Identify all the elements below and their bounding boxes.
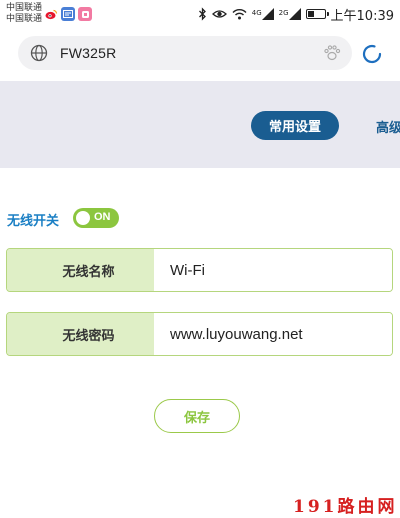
tab-common-settings[interactable]: 常用设置 — [251, 111, 339, 140]
status-indicators: 4G 2G 上午10:39 — [198, 6, 394, 24]
news-app-icon — [61, 7, 75, 21]
refresh-icon[interactable] — [359, 41, 385, 71]
browser-toolbar: FW325R — [0, 36, 400, 72]
password-input[interactable] — [154, 313, 392, 355]
battery-icon — [305, 9, 329, 19]
ssid-row: 无线名称 — [6, 248, 393, 292]
signal-4g-icon: 4G — [252, 8, 274, 20]
tab-advanced[interactable]: 高级 — [376, 117, 400, 136]
notification-icons — [44, 7, 92, 21]
toggle-knob — [76, 211, 90, 225]
save-button[interactable]: 保存 — [154, 399, 240, 433]
url-text[interactable]: FW325R — [60, 45, 116, 61]
password-row: 无线密码 — [6, 312, 393, 356]
carrier-info: 中国联通 中国联通 — [6, 3, 42, 25]
wifi-icon — [232, 8, 247, 20]
address-bar[interactable]: FW325R — [18, 36, 352, 70]
wireless-toggle[interactable]: ON — [73, 208, 119, 228]
tab-band: 常用设置 高级 — [0, 81, 400, 168]
network-type-1: 4G — [251, 9, 262, 17]
status-time: 上午10:39 — [330, 8, 394, 24]
paw-icon[interactable] — [322, 43, 342, 67]
weibo-icon — [44, 7, 58, 21]
battery-level — [307, 11, 314, 17]
pink-app-icon — [78, 7, 92, 21]
signal-2g-icon: 2G — [279, 8, 301, 20]
watermark: 191路由网 — [293, 497, 398, 517]
bluetooth-icon — [198, 7, 207, 21]
password-label: 无线密码 — [7, 313, 154, 355]
carrier-label-1: 中国联通 — [6, 3, 43, 13]
carrier-label-2: 中国联通 — [6, 14, 43, 24]
globe-icon — [30, 44, 48, 66]
ssid-input[interactable] — [154, 249, 392, 291]
toggle-state: ON — [94, 211, 111, 223]
status-bar: 中国联通 中国联通 4G 2G 上午10:39 — [0, 0, 400, 30]
eye-icon — [211, 9, 227, 19]
ssid-label: 无线名称 — [7, 249, 154, 291]
wireless-switch-label: 无线开关 — [7, 214, 60, 229]
network-type-2: 2G — [278, 9, 289, 17]
